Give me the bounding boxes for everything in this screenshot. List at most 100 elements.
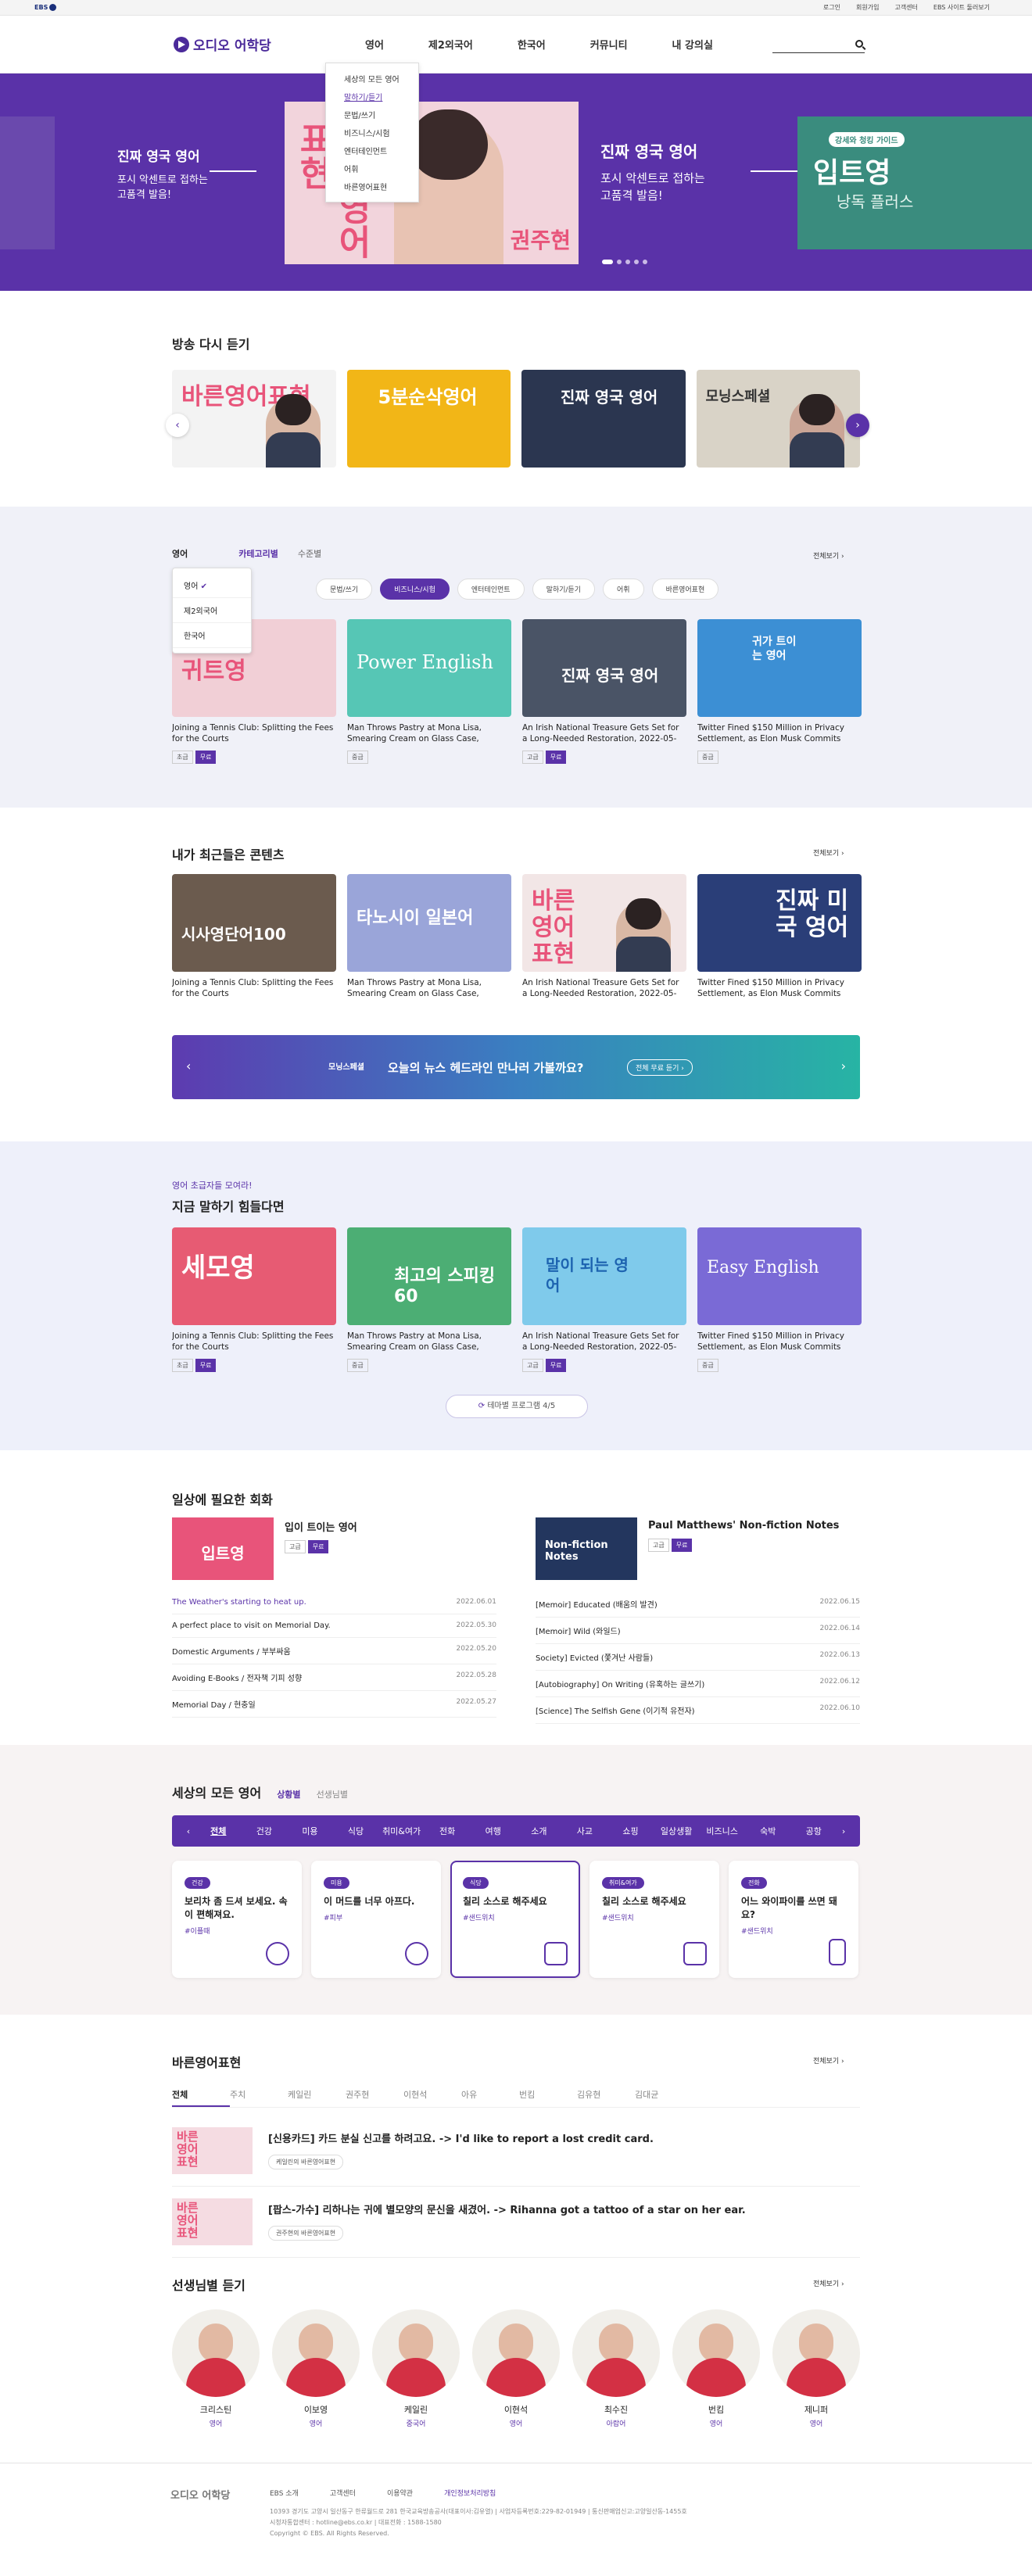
cat-item[interactable]: 공항 <box>791 1825 837 1837</box>
hero-carousel[interactable]: 진짜 영국 영어 포시 악센트로 접하는 고품격 발음! 바른영어표현 권주현 … <box>0 73 1032 291</box>
cat-item[interactable]: 전화 <box>425 1825 471 1837</box>
footer-logo[interactable]: 오디오 어학당 <box>170 2487 230 2502</box>
pagination-dot[interactable] <box>625 260 630 264</box>
replay-card[interactable]: 모닝스페셜 <box>696 370 860 468</box>
lang-option[interactable]: 제2외국어 <box>173 598 251 623</box>
daily-left-name[interactable]: 입이 트이는 영어 <box>285 1519 357 1534</box>
cat-item[interactable]: 사교 <box>562 1825 608 1837</box>
replay-card[interactable]: 5분순삭영어 <box>346 370 511 468</box>
expr-tab[interactable]: 케일린 <box>288 2088 346 2107</box>
support-link[interactable]: 고객센터 <box>894 3 917 12</box>
cat-prev-icon[interactable]: ‹ <box>181 1826 195 1836</box>
cat-item[interactable]: 취미&여가 <box>378 1825 425 1837</box>
cat-item[interactable]: 숙박 <box>745 1825 791 1837</box>
episode-row[interactable]: [Memoir] Educated (배움의 발견) 2022.06.15 <box>536 1591 860 1618</box>
expr-tab[interactable]: 김대균 <box>635 2088 693 2107</box>
cat-item[interactable]: 여행 <box>470 1825 516 1837</box>
expr-tab[interactable]: 주치 <box>230 2088 288 2107</box>
recent-card[interactable]: 진짜 미국 영어 Twitter Fined $150 Million in Pr… <box>697 874 862 999</box>
hero-prev-arrow-icon[interactable] <box>210 170 256 172</box>
expr-tab[interactable]: 김유현 <box>577 2088 635 2107</box>
recent-card[interactable]: 바른영어표현 An Irish National Treasure Gets Se… <box>522 874 686 999</box>
cat-item[interactable]: 비즈니스 <box>699 1825 745 1837</box>
program-card[interactable]: Easy English Twitter Fined $150 Million i… <box>697 1227 862 1372</box>
replay-card[interactable]: 바른영어표현 <box>172 370 336 468</box>
tab-by-teacher[interactable]: 선생님별 <box>317 1788 348 1800</box>
program-card[interactable]: Power English Man Throws Pastry at Mona L… <box>347 619 511 764</box>
teacher-card[interactable]: 번킴 영어 <box>672 2309 760 2428</box>
site-logo[interactable]: 오디오 어학당 <box>174 34 271 54</box>
teacher-card[interactable]: 이보영 영어 <box>272 2309 360 2428</box>
nav-english[interactable]: 영어 <box>365 37 384 52</box>
dropdown-item[interactable]: 말하기/듣기 <box>326 88 418 106</box>
recent-card[interactable]: 시사영단어100 Joining a Tennis Club: Splitting… <box>172 874 336 999</box>
cat-item[interactable]: 미용 <box>287 1825 333 1837</box>
program-card[interactable]: 최고의 스피킹60 Man Throws Pastry at Mona Lisa,… <box>347 1227 511 1372</box>
expr-tab[interactable]: 전체 <box>172 2088 230 2107</box>
program-card[interactable]: 귀가 트이는 영어 Twitter Fined $150 Million in P… <box>697 619 862 764</box>
tip-card[interactable]: 건강 보리차 좀 드셔 보세요. 속이 편해져요. #이플때 <box>172 1861 302 1978</box>
daily-right-name[interactable]: Paul Matthews' Non-fiction Notes <box>648 1519 839 1532</box>
program-card[interactable]: 말이 되는 영어 An Irish National Treasure Gets … <box>522 1227 686 1372</box>
theme-pager-button[interactable]: ⟳ 테마별 프로그램 4/5 <box>446 1395 588 1418</box>
nav-korean[interactable]: 한국어 <box>518 37 546 52</box>
expression-item[interactable]: 바른영어표현 [신용카드] 카드 분실 신고를 하려고요. -> I'd lik… <box>172 2116 860 2187</box>
search-icon[interactable] <box>855 40 863 48</box>
pill-business[interactable]: 비즈니스/시험 <box>380 579 450 600</box>
episode-row[interactable]: The Weather's starting to heat up. 2022.0… <box>172 1591 496 1614</box>
pill-speaking[interactable]: 말하기/듣기 <box>532 579 595 600</box>
search-input[interactable] <box>772 38 865 53</box>
teacher-card[interactable]: 최수진 아랍어 <box>572 2309 660 2428</box>
footer-link[interactable]: EBS 소개 <box>270 2488 299 2498</box>
daily-left-thumb[interactable]: 입트영 <box>172 1517 274 1580</box>
tab-by-situation[interactable]: 상황별 <box>277 1788 300 1800</box>
teacher-card[interactable]: 케일린 중국어 <box>372 2309 460 2428</box>
teacher-card[interactable]: 이현석 영어 <box>472 2309 560 2428</box>
cat-item[interactable]: 식당 <box>333 1825 379 1837</box>
pagination-dot[interactable] <box>634 260 639 264</box>
dropdown-item[interactable]: 비즈니스/시험 <box>326 124 418 142</box>
signup-link[interactable]: 회원가입 <box>856 3 879 12</box>
dropdown-item[interactable]: 문법/쓰기 <box>326 106 418 124</box>
pagination-dot[interactable] <box>617 260 622 264</box>
pagination-dot[interactable] <box>643 260 647 264</box>
nav-community[interactable]: 커뮤니티 <box>590 37 628 52</box>
teachers-more-link[interactable]: 전체보기 › <box>813 2278 844 2288</box>
cat-item[interactable]: 쇼핑 <box>607 1825 654 1837</box>
teacher-card[interactable]: 제니퍼 영어 <box>772 2309 860 2428</box>
pill-entertainment[interactable]: 엔터테인먼트 <box>457 579 525 600</box>
tip-card[interactable]: 취미&여가 칠리 소스로 해주세요 #샌드위치 <box>589 1861 719 1978</box>
hero-prev-slide[interactable] <box>0 116 55 249</box>
episode-row[interactable]: [Memoir] Wild (와일드) 2022.06.14 <box>536 1618 860 1644</box>
cat-item[interactable]: 소개 <box>516 1825 562 1837</box>
episode-row[interactable]: Memorial Day / 현충일 2022.05.27 <box>172 1691 496 1718</box>
episode-row[interactable]: [Science] The Selfish Gene (이기적 유전자) 2022… <box>536 1697 860 1724</box>
ebs-logo[interactable]: EBS <box>34 4 57 11</box>
footer-link[interactable]: 이용약관 <box>387 2488 413 2498</box>
expr-tab[interactable]: 아유 <box>461 2088 519 2107</box>
login-link[interactable]: 로그인 <box>823 3 840 12</box>
category-more-link[interactable]: 전체보기 › <box>813 550 844 561</box>
nav-second-language[interactable]: 제2외국어 <box>428 37 473 52</box>
tab-english[interactable]: 영어 <box>172 547 188 560</box>
cat-next-icon[interactable]: › <box>837 1826 851 1836</box>
banner-prev-icon[interactable]: ‹ <box>186 1059 191 1073</box>
ebs-sites-link[interactable]: EBS 사이트 둘러보기 <box>933 3 990 12</box>
expression-item[interactable]: 바른영어표현 [팝스-가수] 리하나는 귀에 별모양의 문신을 새겼어. -> … <box>172 2187 860 2258</box>
pill-vocab[interactable]: 어휘 <box>603 579 644 600</box>
expr-tab[interactable]: 이현석 <box>403 2088 461 2107</box>
tip-card[interactable]: 식당 칠리 소스로 해주세요 #샌드위치 <box>450 1861 580 1978</box>
program-card[interactable]: 진짜 영국 영어 An Irish National Treasure Gets … <box>522 619 686 764</box>
dropdown-item[interactable]: 엔터테인먼트 <box>326 142 418 159</box>
expression-more-link[interactable]: 전체보기 › <box>813 2055 844 2065</box>
lang-option[interactable]: 한국어 <box>173 623 251 648</box>
program-card[interactable]: 세모영 Joining a Tennis Club: Splitting the … <box>172 1227 336 1372</box>
episode-row[interactable]: [Autobiography] On Writing (유혹하는 글쓰기) 202… <box>536 1671 860 1697</box>
expr-tab[interactable]: 번킴 <box>519 2088 577 2107</box>
replay-prev-button[interactable]: ‹ <box>166 414 189 437</box>
pill-grammar[interactable]: 문법/쓰기 <box>316 579 373 600</box>
episode-row[interactable]: Avoiding E-Books / 전자책 기피 성향 2022.05.28 <box>172 1664 496 1691</box>
footer-link[interactable]: 고객센터 <box>330 2488 356 2498</box>
hero-next-arrow-icon[interactable] <box>751 170 797 172</box>
dropdown-item[interactable]: 어휘 <box>326 159 418 177</box>
